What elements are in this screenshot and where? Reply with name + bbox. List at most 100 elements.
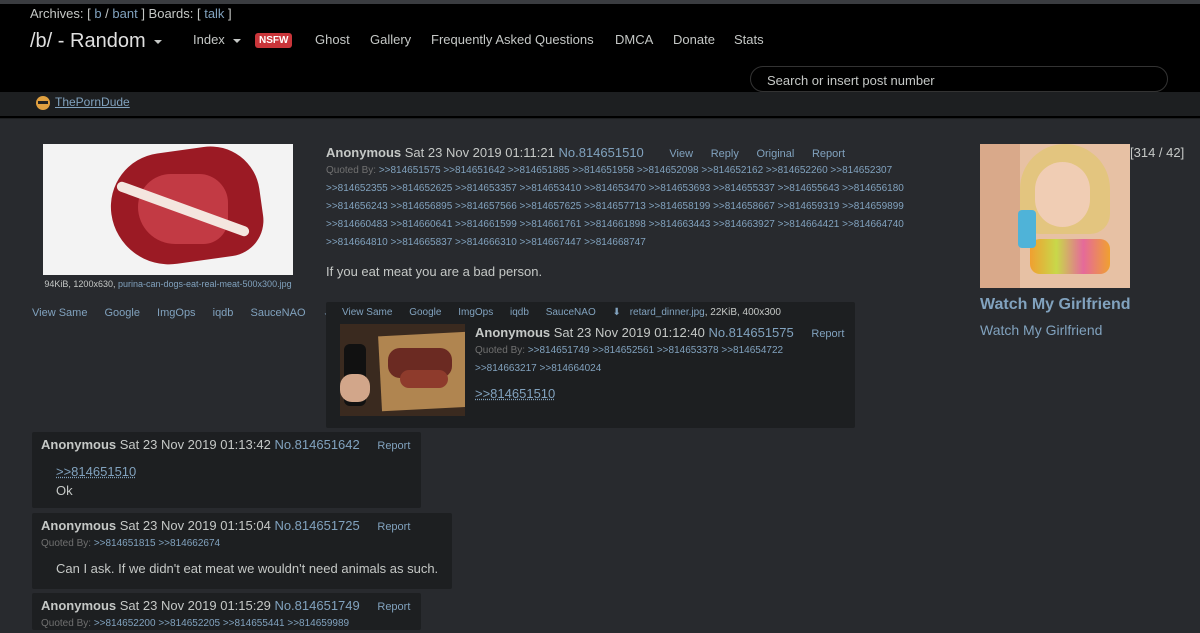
quote-link[interactable]: >>814655337: [713, 183, 775, 194]
quote-link[interactable]: >>814655441: [223, 618, 285, 629]
tool-iqdb[interactable]: iqdb: [213, 307, 234, 319]
quote-link[interactable]: >>814663927: [713, 219, 775, 230]
quote-link[interactable]: >>814665837: [391, 237, 453, 248]
nav-stats[interactable]: Stats: [734, 32, 764, 47]
quote-link[interactable]: >>814653693: [649, 183, 711, 194]
quote-link[interactable]: >>814659899: [842, 201, 904, 212]
reply-filename-link[interactable]: retard_dinner.jpg: [630, 307, 705, 318]
quote-link[interactable]: >>814653357: [455, 183, 517, 194]
op-filename-link[interactable]: purina-can-dogs-eat-real-meat-500x300.jp…: [118, 279, 292, 289]
quote-link[interactable]: >>814661599: [455, 219, 517, 230]
quote-link[interactable]: >>814652260: [766, 165, 828, 176]
nav-dmca[interactable]: DMCA: [615, 32, 653, 47]
download-icon[interactable]: ⬇: [613, 307, 621, 318]
op-view-button[interactable]: View: [669, 148, 693, 160]
tool-iqdb[interactable]: iqdb: [510, 307, 529, 318]
tool-view-same[interactable]: View Same: [32, 307, 87, 319]
quote-link[interactable]: >>814653378: [657, 345, 719, 356]
quote-link[interactable]: >>814660483: [326, 219, 388, 230]
quote-link[interactable]: >>814658199: [649, 201, 711, 212]
quote-link[interactable]: >>814657566: [455, 201, 517, 212]
nav-gallery[interactable]: Gallery: [370, 32, 411, 47]
report-button[interactable]: Report: [377, 601, 410, 613]
quote-link[interactable]: >>814664740: [842, 219, 904, 230]
op-report-button[interactable]: Report: [812, 148, 845, 160]
post-number[interactable]: No.814651510: [558, 145, 643, 160]
archive-link-b[interactable]: b: [94, 6, 101, 21]
op-original-button[interactable]: Original: [756, 148, 794, 160]
quote-link[interactable]: >>814657625: [520, 201, 582, 212]
side-ad-link[interactable]: Watch My Girlfriend: [980, 322, 1102, 338]
board-link-talk[interactable]: talk: [204, 6, 224, 21]
quote-link[interactable]: >>814653410: [520, 183, 582, 194]
quote-link[interactable]: >>814657713: [584, 201, 646, 212]
quote-link[interactable]: >>814656895: [391, 201, 453, 212]
quote-link[interactable]: >>814661898: [584, 219, 646, 230]
tool-google[interactable]: Google: [105, 307, 140, 319]
report-button[interactable]: Report: [811, 328, 844, 340]
quote-link[interactable]: >>814659319: [778, 201, 840, 212]
archive-link-bant[interactable]: bant: [112, 6, 137, 21]
quote-link[interactable]: >>814652355: [326, 183, 388, 194]
report-button[interactable]: Report: [377, 521, 410, 533]
quote-link[interactable]: >>814664421: [778, 219, 840, 230]
tool-saucenao[interactable]: SauceNAO: [546, 307, 596, 318]
quote-link[interactable]: >>814652625: [391, 183, 453, 194]
quote-link[interactable]: >>814652205: [158, 618, 220, 629]
quote-link[interactable]: >>814654722: [721, 345, 783, 356]
chevron-down-icon: [232, 38, 241, 43]
reply-thumbnail[interactable]: [340, 324, 465, 416]
quote-link[interactable]: >>814661761: [520, 219, 582, 230]
quote-link[interactable]: >>814666310: [455, 237, 517, 248]
quote-link[interactable]: >>814651510: [56, 464, 136, 479]
quote-link[interactable]: >>814652561: [592, 345, 654, 356]
nav-ghost[interactable]: Ghost: [315, 32, 350, 47]
ad-link[interactable]: ThePornDude: [36, 95, 130, 110]
op-thumbnail[interactable]: [43, 144, 293, 275]
quote-link[interactable]: >>814668747: [584, 237, 646, 248]
nav-index[interactable]: Index: [193, 32, 241, 47]
quote-link[interactable]: >>814653470: [584, 183, 646, 194]
quote-link[interactable]: >>814656243: [326, 201, 388, 212]
tool-saucenao[interactable]: SauceNAO: [250, 307, 305, 319]
quote-link[interactable]: >>814655643: [778, 183, 840, 194]
quote-link[interactable]: >>814651815: [94, 538, 156, 549]
post-number[interactable]: No.814651575: [708, 325, 793, 340]
tool-google[interactable]: Google: [409, 307, 441, 318]
side-ad-title[interactable]: Watch My Girlfriend: [980, 296, 1131, 314]
quote-link[interactable]: >>814658667: [713, 201, 775, 212]
quote-link[interactable]: >>814664810: [326, 237, 388, 248]
quote-link[interactable]: >>814652098: [637, 165, 699, 176]
quote-link[interactable]: >>814651575: [379, 165, 441, 176]
quote-link[interactable]: >>814656180: [842, 183, 904, 194]
nsfw-badge[interactable]: NSFW: [255, 33, 293, 48]
search-input[interactable]: [765, 67, 1159, 93]
quote-link[interactable]: >>814663443: [649, 219, 711, 230]
post-number[interactable]: No.814651725: [274, 518, 359, 533]
quote-link[interactable]: >>814651749: [528, 345, 590, 356]
quote-link[interactable]: >>814660641: [391, 219, 453, 230]
quote-link[interactable]: >>814652200: [94, 618, 156, 629]
nav-donate[interactable]: Donate: [673, 32, 715, 47]
tool-view-same[interactable]: View Same: [342, 307, 392, 318]
quote-link[interactable]: >>814651642: [443, 165, 505, 176]
tool-imgops[interactable]: ImgOps: [458, 307, 493, 318]
op-reply-button[interactable]: Reply: [711, 148, 739, 160]
quote-link[interactable]: >>814667447: [520, 237, 582, 248]
quote-link[interactable]: >>814651958: [572, 165, 634, 176]
report-button[interactable]: Report: [377, 440, 410, 452]
tool-imgops[interactable]: ImgOps: [157, 307, 196, 319]
quote-link[interactable]: >>814664024: [540, 363, 602, 374]
quote-link[interactable]: >>814662674: [158, 538, 220, 549]
quote-link[interactable]: >>814659989: [287, 618, 349, 629]
board-title-dropdown[interactable]: /b/ - Random: [30, 30, 162, 53]
nav-faq[interactable]: Frequently Asked Questions: [431, 32, 594, 47]
quote-link[interactable]: >>814652162: [701, 165, 763, 176]
post-number[interactable]: No.814651642: [274, 437, 359, 452]
quote-link[interactable]: >>814652307: [830, 165, 892, 176]
side-ad-image[interactable]: [980, 144, 1130, 288]
quote-link[interactable]: >>814663217: [475, 363, 537, 374]
quote-link[interactable]: >>814651510: [475, 386, 555, 401]
post-number[interactable]: No.814651749: [274, 598, 359, 613]
quote-link[interactable]: >>814651885: [508, 165, 570, 176]
